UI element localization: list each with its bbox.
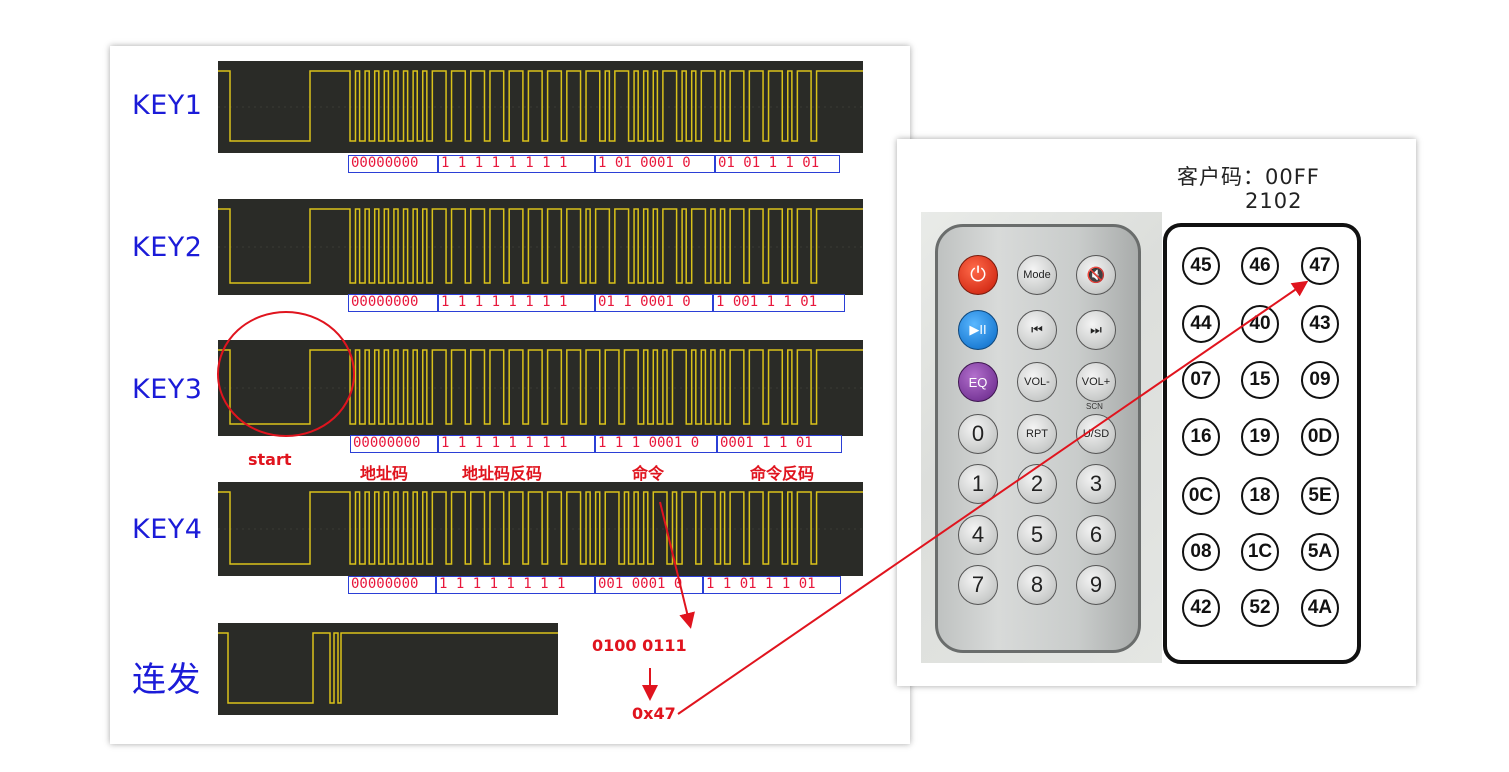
rpt-button[interactable]: RPT (1017, 414, 1057, 454)
code-4a: 4A (1301, 589, 1339, 627)
code-45: 45 (1182, 247, 1220, 285)
address-label: 地址码 (360, 464, 409, 483)
eq-button[interactable]: EQ (958, 362, 998, 402)
key4-address-inverse-bits: 1 1 1 1 1 1 1 1 (436, 576, 595, 594)
prev-button[interactable]: ⏮ (1017, 310, 1057, 350)
num-1-button[interactable]: 1 (958, 464, 998, 504)
key2-command-inverse-bits: 1 001 1 1 01 (713, 294, 845, 312)
hex-value: 0x47 (632, 704, 676, 723)
key1-trace (218, 70, 863, 142)
key4-label: KEY4 (132, 514, 203, 545)
waveform-trace (218, 491, 863, 565)
code-0d: 0D (1301, 418, 1339, 456)
waveform-trace (218, 70, 863, 142)
vol-minus-button[interactable]: VOL- (1017, 362, 1057, 402)
code-40: 40 (1241, 305, 1279, 343)
repeat-waveform (218, 623, 558, 715)
key2-trace (218, 208, 863, 284)
repeat-label: 连发 (132, 660, 201, 700)
code-1c: 1C (1241, 533, 1279, 571)
code-5a: 5A (1301, 533, 1339, 571)
key2-address-inverse-bits: 1 1 1 1 1 1 1 1 (438, 294, 595, 312)
key3-waveform (218, 340, 863, 436)
key4-trace (218, 491, 863, 565)
key1-command-inverse-bits: 01 01 1 1 01 (715, 155, 840, 173)
mute-button[interactable]: 🔇 (1076, 255, 1116, 295)
power-button[interactable]: ⏻ (958, 255, 998, 295)
key2-command-bits: 01 1 0001 0 (595, 294, 713, 312)
binary-value: 0100 0111 (592, 636, 687, 655)
command-inverse-label: 命令反码 (750, 464, 815, 483)
code-42: 42 (1182, 589, 1220, 627)
key3-label: KEY3 (132, 374, 203, 405)
key1-address-bits: 00000000 (348, 155, 438, 173)
num-3-button[interactable]: 3 (1076, 464, 1116, 504)
model-number: 2102 (1245, 189, 1303, 213)
code-18: 18 (1241, 477, 1279, 515)
start-label: start (248, 450, 292, 469)
num-4-button[interactable]: 4 (958, 515, 998, 555)
num-6-button[interactable]: 6 (1076, 515, 1116, 555)
mode-button[interactable]: Mode (1017, 255, 1057, 295)
address-inverse-label: 地址码反码 (462, 464, 543, 483)
code-map-panel: 45 46 47 44 40 43 07 15 09 16 19 0D 0C 1… (1163, 223, 1361, 664)
code-07: 07 (1182, 361, 1220, 399)
waveform-panel: KEY1 00000000 1 1 1 1 1 1 1 1 1 01 0001 … (110, 46, 910, 744)
next-button[interactable]: ⏭ (1076, 310, 1116, 350)
vol-plus-button[interactable]: VOL+ (1076, 362, 1116, 402)
command-label: 命令 (632, 464, 665, 483)
code-52: 52 (1241, 589, 1279, 627)
num-7-button[interactable]: 7 (958, 565, 998, 605)
key1-address-inverse-bits: 1 1 1 1 1 1 1 1 (438, 155, 595, 173)
key4-waveform (218, 482, 863, 576)
key4-command-bits: 001 0001 0 (595, 576, 703, 594)
key1-command-bits: 1 01 0001 0 (595, 155, 715, 173)
key2-waveform (218, 199, 863, 295)
key3-trace (218, 349, 863, 425)
key4-address-bits: 00000000 (348, 576, 436, 594)
waveform-trace (218, 349, 863, 425)
num-8-button[interactable]: 8 (1017, 565, 1057, 605)
scn-label: SCN (1086, 402, 1103, 411)
num-9-button[interactable]: 9 (1076, 565, 1116, 605)
key2-address-bits: 00000000 (348, 294, 438, 312)
code-08: 08 (1182, 533, 1220, 571)
code-43: 43 (1301, 305, 1339, 343)
remote-photo: ⏻ Mode 🔇 ▶II ⏮ ⏭ EQ VOL- VOL+ 0 RPT U/SD… (921, 212, 1162, 663)
key1-waveform (218, 61, 863, 153)
customer-code: 客户码：00FF (1177, 165, 1320, 189)
code-0c: 0C (1182, 477, 1220, 515)
key2-label: KEY2 (132, 232, 203, 263)
repeat-trace (218, 632, 558, 704)
key1-label: KEY1 (132, 90, 203, 121)
remote-panel: 客户码：00FF 2102 ⏻ Mode 🔇 ▶II ⏮ ⏭ EQ VOL- V… (897, 139, 1416, 686)
code-44: 44 (1182, 305, 1220, 343)
num-0-button[interactable]: 0 (958, 414, 998, 454)
key3-address-inverse-bits: 1 1 1 1 1 1 1 1 (438, 435, 595, 453)
key3-address-bits: 00000000 (350, 435, 438, 453)
code-5e: 5E (1301, 477, 1339, 515)
code-09: 09 (1301, 361, 1339, 399)
repeat-trace-line (218, 632, 558, 704)
num-2-button[interactable]: 2 (1017, 464, 1057, 504)
code-19: 19 (1241, 418, 1279, 456)
key3-command-inverse-bits: 0001 1 1 01 (717, 435, 842, 453)
usd-button[interactable]: U/SD (1076, 414, 1116, 454)
code-47: 47 (1301, 247, 1339, 285)
num-5-button[interactable]: 5 (1017, 515, 1057, 555)
code-46: 46 (1241, 247, 1279, 285)
code-16: 16 (1182, 418, 1220, 456)
key3-command-bits: 1 1 1 0001 0 (595, 435, 717, 453)
play-pause-button[interactable]: ▶II (958, 310, 998, 350)
waveform-trace (218, 208, 863, 284)
code-15: 15 (1241, 361, 1279, 399)
key4-command-inverse-bits: 1 1 01 1 1 01 (703, 576, 841, 594)
